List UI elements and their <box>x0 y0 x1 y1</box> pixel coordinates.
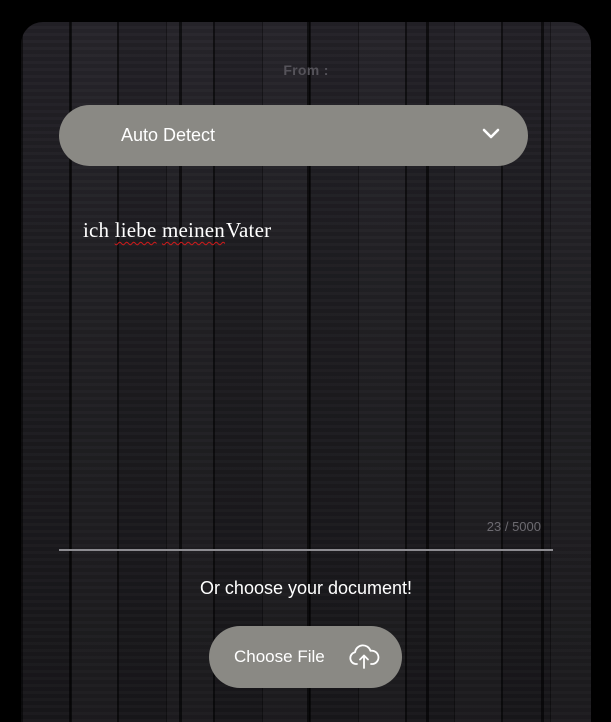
source-word: ich <box>83 218 110 242</box>
choose-file-button[interactable]: Choose File <box>209 626 402 688</box>
source-text-input[interactable]: ich liebe meinenVater <box>83 218 271 243</box>
source-word-misspelled: meinen <box>161 218 225 242</box>
source-word: Vater <box>226 218 272 242</box>
chevron-down-icon <box>482 128 500 139</box>
document-prompt: Or choose your document! <box>199 578 413 598</box>
source-word-misspelled: liebe <box>114 218 157 242</box>
source-language-value: Auto Detect <box>121 125 216 145</box>
divider <box>59 549 553 551</box>
choose-file-label: Choose File <box>234 647 325 666</box>
source-language-select[interactable]: Auto Detect <box>59 105 528 166</box>
wood-plank-seam <box>541 22 544 722</box>
cloud-upload-icon <box>349 644 380 669</box>
character-counter: 23 / 5000 <box>486 519 541 534</box>
translator-panel: From : Auto Detect ich liebe meinenVater… <box>21 22 591 722</box>
from-label: From : <box>283 62 329 78</box>
